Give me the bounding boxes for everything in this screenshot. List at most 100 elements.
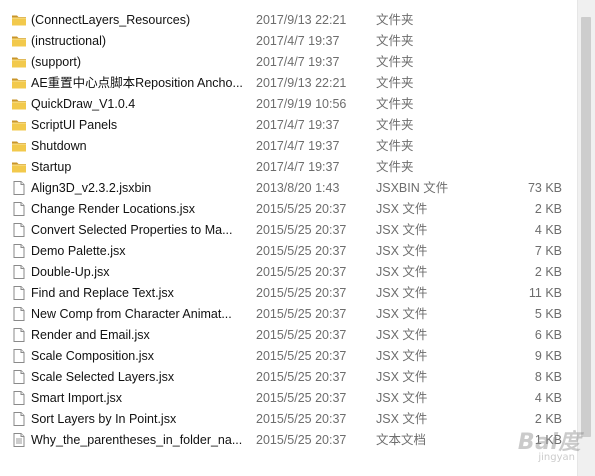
file-type: JSX 文件 [376,370,428,384]
file-name: (support) [31,55,82,69]
folder-row[interactable]: Startup 2017/4/7 19:37 文件夹 [0,157,578,178]
folder-row[interactable]: Shutdown 2017/4/7 19:37 文件夹 [0,136,578,157]
file-icon [11,222,27,238]
file-type: JSX 文件 [376,391,428,405]
date-modified: 2015/5/25 20:37 [256,370,347,384]
date-modified: 2015/5/25 20:37 [256,391,347,405]
file-size: 6 KB [534,328,562,342]
file-icon [11,348,27,364]
folder-icon [11,54,27,70]
folder-icon [11,12,27,28]
file-type: JSXBIN 文件 [376,181,449,195]
folder-row[interactable]: AE重置中心点脚本Reposition Ancho... 2017/9/13 22… [0,73,578,94]
file-name: New Comp from Character Animat... [31,307,232,321]
file-row[interactable]: Sort Layers by In Point.jsx 2015/5/25 20:… [0,409,578,430]
date-modified: 2017/4/7 19:37 [256,55,340,69]
file-row[interactable]: Change Render Locations.jsx 2015/5/25 20:… [0,199,578,220]
file-row[interactable]: Find and Replace Text.jsx 2015/5/25 20:37… [0,283,578,304]
file-type: JSX 文件 [376,286,428,300]
file-row[interactable]: Demo Palette.jsx 2015/5/25 20:37 JSX 文件 7 K… [0,241,578,262]
file-icon [11,264,27,280]
file-size: 9 KB [534,349,562,363]
date-modified: 2015/5/25 20:37 [256,202,347,216]
file-name: Scale Composition.jsx [31,349,154,363]
file-type: JSX 文件 [376,265,428,279]
date-modified: 2015/5/25 20:37 [256,265,347,279]
file-type: 文件夹 [376,160,414,174]
file-name: Smart Import.jsx [31,391,122,405]
date-modified: 2015/5/25 20:37 [256,349,347,363]
file-type: 文本文档 [376,433,427,447]
file-row[interactable]: Render and Email.jsx 2015/5/25 20:37 JSX 文… [0,325,578,346]
file-size: 73 KB [527,181,562,195]
date-modified: 2017/9/13 22:21 [256,13,347,27]
file-size: 2 KB [534,412,562,426]
file-row[interactable]: Scale Composition.jsx 2015/5/25 20:37 JSX … [0,346,578,367]
file-name: Demo Palette.jsx [31,244,126,258]
file-type: 文件夹 [376,76,414,90]
file-size: 1 KB [534,433,562,447]
file-icon [11,327,27,343]
file-row[interactable]: Scale Selected Layers.jsx 2015/5/25 20:37… [0,367,578,388]
file-name: QuickDraw_V1.0.4 [31,97,136,111]
file-row[interactable]: Why_the_parentheses_in_folder_na... 2015/… [0,430,578,451]
file-name: Sort Layers by In Point.jsx [31,412,177,426]
file-name: Align3D_v2.3.2.jsxbin [31,181,152,195]
date-modified: 2015/5/25 20:37 [256,244,347,258]
folder-row[interactable]: (ConnectLayers_Resources) 2017/9/13 22:21… [0,10,578,31]
file-row[interactable]: Double-Up.jsx 2015/5/25 20:37 JSX 文件 2 KB [0,262,578,283]
file-list: (ConnectLayers_Resources) 2017/9/13 22:21… [0,0,578,476]
file-name: Render and Email.jsx [31,328,150,342]
vertical-scrollbar[interactable] [577,0,595,476]
folder-row[interactable]: (instructional) 2017/4/7 19:37 文件夹 [0,31,578,52]
folder-icon [11,138,27,154]
file-name: Scale Selected Layers.jsx [31,370,175,384]
file-type: 文件夹 [376,139,414,153]
file-type: 文件夹 [376,13,414,27]
text-document-icon [11,432,27,448]
date-modified: 2017/4/7 19:37 [256,139,340,153]
folder-row[interactable]: (support) 2017/4/7 19:37 文件夹 [0,52,578,73]
file-icon [11,411,27,427]
folder-row[interactable]: QuickDraw_V1.0.4 2017/9/19 10:56 文件夹 [0,94,578,115]
file-type: JSX 文件 [376,244,428,258]
date-modified: 2015/5/25 20:37 [256,223,347,237]
file-type: JSX 文件 [376,202,428,216]
file-row[interactable]: Convert Selected Properties to Ma... 2015… [0,220,578,241]
file-row[interactable]: Align3D_v2.3.2.jsxbin 2013/8/20 1:43 JSXBI… [0,178,578,199]
file-size: 2 KB [534,265,562,279]
date-modified: 2015/5/25 20:37 [256,412,347,426]
date-modified: 2017/9/19 10:56 [256,97,347,111]
date-modified: 2013/8/20 1:43 [256,181,340,195]
file-size: 8 KB [534,370,562,384]
file-size: 7 KB [534,244,562,258]
date-modified: 2017/4/7 19:37 [256,160,340,174]
file-icon [11,369,27,385]
file-size: 4 KB [534,223,562,237]
folder-icon [11,117,27,133]
file-type: JSX 文件 [376,307,428,321]
date-modified: 2015/5/25 20:37 [256,307,347,321]
file-size: 5 KB [534,307,562,321]
scrollbar-thumb[interactable] [581,17,591,437]
folder-row[interactable]: ScriptUI Panels 2017/4/7 19:37 文件夹 [0,115,578,136]
date-modified: 2015/5/25 20:37 [256,433,347,447]
file-icon [11,201,27,217]
file-type: 文件夹 [376,34,414,48]
file-icon [11,306,27,322]
file-row[interactable]: New Comp from Character Animat... 2015/5/… [0,304,578,325]
file-name: Convert Selected Properties to Ma... [31,223,233,237]
file-name: Find and Replace Text.jsx [31,286,174,300]
file-name: Why_the_parentheses_in_folder_na... [31,433,243,447]
file-size: 11 KB [528,286,562,300]
file-size: 4 KB [534,391,562,405]
date-modified: 2015/5/25 20:37 [256,286,347,300]
folder-icon [11,75,27,91]
file-row[interactable]: Smart Import.jsx 2015/5/25 20:37 JSX 文件 4 K… [0,388,578,409]
file-name: Change Render Locations.jsx [31,202,195,216]
file-type: JSX 文件 [376,328,428,342]
file-type: JSX 文件 [376,223,428,237]
file-icon [11,180,27,196]
file-icon [11,243,27,259]
file-type: JSX 文件 [376,349,428,363]
